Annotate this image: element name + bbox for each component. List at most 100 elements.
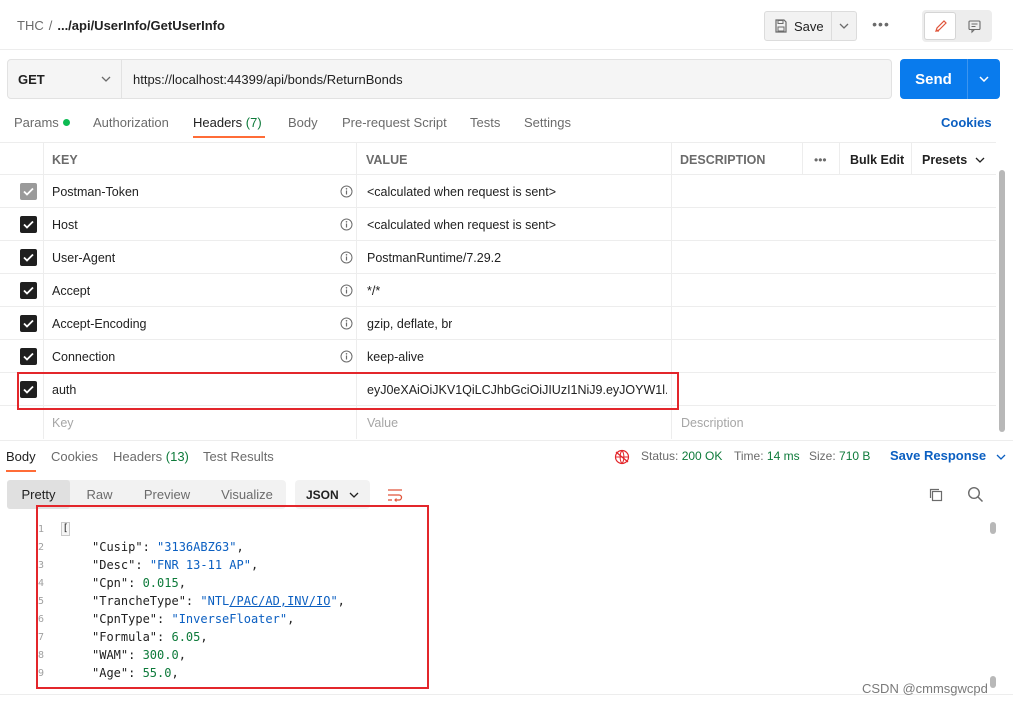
header-value[interactable]: PostmanRuntime/7.29.2 (367, 241, 501, 274)
new-header-row: Key Value Description (0, 406, 996, 439)
tab-pre-request-script[interactable]: Pre-request Script (342, 115, 447, 130)
checkmark-icon (23, 253, 34, 262)
header-value[interactable]: */* (367, 274, 380, 307)
tab-tests-label: Tests (470, 115, 501, 130)
header-value[interactable]: gzip, deflate, br (367, 307, 452, 340)
row-enabled-checkbox[interactable] (20, 249, 37, 266)
column-key-header: KEY (52, 152, 78, 167)
row-enabled-checkbox[interactable] (20, 315, 37, 332)
info-icon[interactable] (340, 317, 353, 330)
tab-body-label: Body (288, 115, 318, 130)
new-key-input[interactable]: Key (52, 406, 74, 439)
breadcrumb-workspace[interactable]: THC (17, 18, 44, 33)
row-enabled-checkbox[interactable] (20, 348, 37, 365)
request-name[interactable]: .../api/UserInfo/GetUserInfo (57, 18, 225, 33)
header-key[interactable]: Accept (52, 274, 90, 307)
tab-authorization[interactable]: Authorization (93, 115, 169, 130)
status-label: Status: (641, 449, 679, 463)
tab-body[interactable]: Body (288, 115, 318, 130)
header-key[interactable]: User-Agent (52, 241, 115, 274)
checkmark-icon (23, 352, 34, 361)
tab-headers-count: (7) (245, 115, 262, 130)
header-key[interactable]: Postman-Token (52, 175, 139, 208)
headers-scrollbar[interactable] (999, 170, 1005, 432)
tab-response-body[interactable]: Body (6, 449, 36, 464)
row-enabled-checkbox[interactable] (20, 183, 37, 200)
tab-settings[interactable]: Settings (524, 115, 571, 130)
table-row: Postman-Token <calculated when request i… (0, 175, 996, 208)
chevron-down-icon (975, 157, 985, 163)
send-options-button[interactable] (968, 76, 1000, 82)
new-description-input[interactable]: Description (681, 406, 744, 439)
bulk-edit-button[interactable]: Bulk Edit (850, 143, 904, 176)
chevron-down-icon (101, 76, 111, 82)
column-options-button[interactable]: ••• (814, 143, 827, 176)
header-value[interactable]: <calculated when request is sent> (367, 208, 556, 241)
info-icon[interactable] (340, 185, 353, 198)
more-actions-button[interactable]: ••• (868, 16, 894, 36)
info-icon[interactable] (340, 218, 353, 231)
response-size[interactable]: Size: 710 B (809, 449, 870, 463)
watermark: CSDN @cmmsgwcpd (862, 681, 988, 696)
tab-test-results[interactable]: Test Results (203, 449, 274, 464)
presets-dropdown[interactable]: Presets (922, 143, 985, 176)
table-row: Accept-Encoding gzip, deflate, br (0, 307, 996, 340)
info-icon[interactable] (340, 350, 353, 363)
params-indicator-dot (62, 119, 70, 126)
time-label: Time: (734, 449, 764, 463)
search-icon[interactable] (967, 486, 984, 503)
active-tab-indicator (193, 136, 265, 138)
response-tabs: Body Cookies Headers (13) Test Results S… (0, 440, 1013, 472)
pencil-icon (934, 19, 947, 32)
header-value[interactable]: <calculated when request is sent> (367, 175, 556, 208)
save-response-button[interactable]: Save Response (890, 448, 1006, 463)
tab-params-label: Params (14, 115, 59, 130)
tab-tests[interactable]: Tests (470, 115, 500, 130)
tab-pre-request-script-label: Pre-request Script (342, 115, 447, 130)
globe-network-icon[interactable] (614, 449, 630, 465)
info-icon[interactable] (340, 284, 353, 297)
tab-response-cookies[interactable]: Cookies (51, 449, 98, 464)
tab-response-headers[interactable]: Headers (13) (113, 449, 189, 464)
response-time[interactable]: Time: 14 ms (734, 449, 800, 463)
http-method-value: GET (18, 71, 45, 87)
code-scrollbar-bottom[interactable] (990, 676, 996, 688)
save-button[interactable]: Save (764, 11, 832, 41)
chevron-down-icon (349, 492, 359, 498)
tab-response-headers-count: (13) (165, 449, 189, 464)
active-response-tab-indicator (6, 470, 36, 472)
save-options-button[interactable] (832, 11, 857, 41)
time-value: 14 ms (766, 449, 800, 463)
header-key[interactable]: Accept-Encoding (52, 307, 147, 340)
row-enabled-checkbox[interactable] (20, 216, 37, 233)
save-icon (775, 19, 787, 33)
cookies-link[interactable]: Cookies (941, 115, 992, 130)
tab-response-headers-label: Headers (113, 449, 163, 464)
new-value-input[interactable]: Value (367, 406, 398, 439)
header-value[interactable]: keep-alive (367, 340, 424, 373)
size-value: 710 B (839, 449, 871, 463)
code-scrollbar-top[interactable] (990, 522, 996, 534)
view-mode-toggle (922, 10, 992, 42)
response-status[interactable]: Status: 200 OK (641, 449, 722, 463)
request-header-bar: THC / .../api/UserInfo/GetUserInfo Save ••… (0, 0, 1013, 50)
header-key[interactable]: Connection (52, 340, 115, 373)
wrap-lines-icon (388, 488, 403, 502)
tab-headers[interactable]: Headers (7) (193, 115, 262, 130)
save-response-label: Save Response (890, 448, 987, 463)
info-icon[interactable] (340, 251, 353, 264)
header-key[interactable]: Host (52, 208, 78, 241)
column-value-header: VALUE (366, 152, 408, 167)
edit-mode-button[interactable] (924, 12, 956, 40)
size-label: Size: (809, 449, 836, 463)
http-method-select[interactable]: GET (7, 59, 122, 99)
row-enabled-checkbox[interactable] (20, 282, 37, 299)
send-button[interactable]: Send (900, 59, 1000, 99)
tab-params[interactable]: Params (14, 115, 70, 130)
documentation-mode-button[interactable] (958, 12, 990, 40)
request-tabs: Params Authorization Headers (7) Body Pr… (0, 108, 1013, 140)
url-input[interactable]: https://localhost:44399/api/bonds/Return… (122, 59, 892, 99)
copy-icon[interactable] (928, 487, 944, 503)
breadcrumb-separator: / (48, 18, 53, 33)
tab-settings-label: Settings (524, 115, 571, 130)
